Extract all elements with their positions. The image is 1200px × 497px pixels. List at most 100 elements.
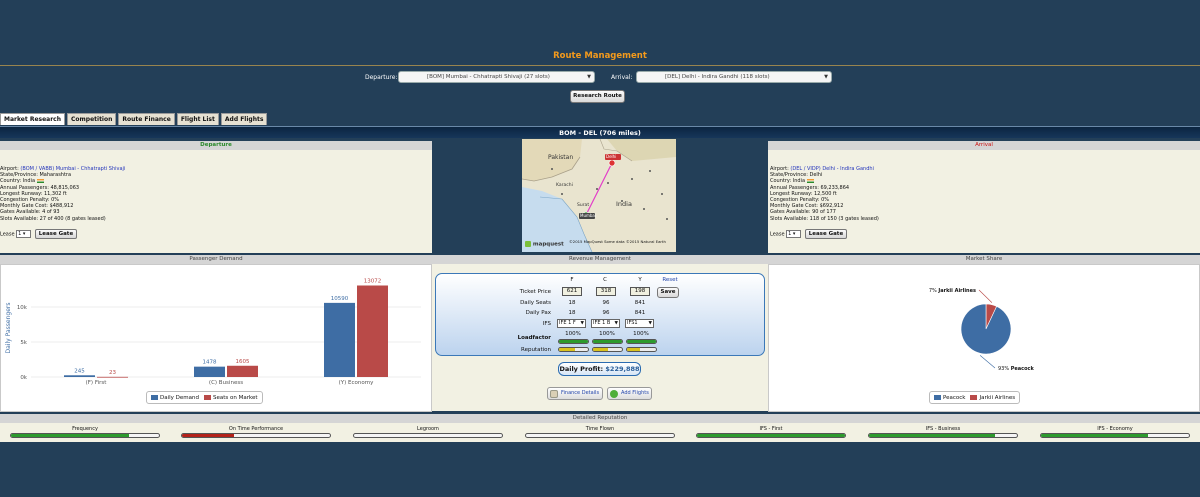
ticket-price-y-input[interactable]: 198 [630,287,650,296]
research-route-button[interactable]: Research Route [570,90,625,103]
ticket-price-c-input[interactable]: 318 [596,287,616,296]
ticket-price-f-input[interactable]: 621 [562,287,582,296]
data-label: 23 [109,370,116,376]
reputation-item-label: Time Flown [585,426,615,432]
passenger-demand-chart-box: 0k 5k 10k Daily Passengers 245 23 (F) First 147… [0,264,432,412]
ifs-c-value: IFE 1 B [593,320,611,326]
pie-label-name: Jarkii Airlines [937,288,976,294]
loadfactor-y-value: 100% [633,331,649,337]
tab-market-research[interactable]: Market Research [0,113,65,125]
add-flights-label: Add Flights [621,390,649,396]
daily-seats-y: 841 [634,300,646,306]
data-label: 1605 [236,359,250,365]
daily-profit-label: Daily Profit: [559,365,604,373]
lease-gate-button[interactable]: Lease Gate [34,229,78,239]
reputation-item-bar [10,433,160,438]
reputation-c-fill [593,348,608,351]
detailed-reputation-title: Detailed Reputation [0,414,1200,423]
x-tick-label: (C) Business [209,380,243,386]
class-header-y: Y [638,277,642,283]
ifs-f-select[interactable]: IFE 1 F ▼ [557,319,586,328]
departure-info: Airport: (BOM / VABB) Mumbai - Chhatrapt… [0,166,125,222]
map-marker-delhi: Delhi [606,154,617,159]
reputation-f-bar [558,347,589,352]
lease-count-select[interactable]: 1 ▾ [16,230,32,238]
legend-peacock: Peacock [934,394,966,401]
ifs-y-select[interactable]: IFS1 ▼ [625,319,654,328]
bar [64,375,95,377]
pie-label: 7% Jarkii Airlines [929,288,976,294]
bar [194,366,225,377]
finance-details-label: Finance Details [561,390,600,396]
reputation-y-bar [626,347,657,352]
y-tick-label: 0k [20,375,27,381]
data-label: 1478 [203,360,217,366]
route-map[interactable]: Pakistan Karachi India Surat Delhi Mumba… [522,139,676,252]
departure-airport-link[interactable]: (BOM / VABB) Mumbai - Chhatrapti Shivaji [20,166,125,172]
add-flights-button[interactable]: Add Flights [607,387,652,400]
reputation-item-bar [868,433,1018,438]
pie-label: 93% Peacock [998,366,1034,372]
market-share-chart: 7% Jarkii Airlines 93% Peacock [929,288,1035,372]
passenger-demand-title: Passenger Demand [0,255,432,264]
ifs-f-value: IFE 1 F [559,320,576,326]
airport-label: Airport: [770,166,789,172]
daily-profit: Daily Profit: $229,888 [558,362,641,376]
arrival-panel: Arrival Airport: (DEL / VIDP) Delhi - In… [768,141,1200,253]
mapquest-brand: mapquest [532,241,564,248]
lease-count-select[interactable]: 1 ▾ [786,230,802,238]
chevron-down-icon: ▼ [824,74,828,80]
daily-seats-label: Daily Seats [520,300,551,306]
loadfactor-f-bar [558,339,589,344]
y-axis-label: Daily Passengers [5,303,12,354]
reputation-y-fill [627,348,641,351]
finance-details-button[interactable]: Finance Details [547,387,603,400]
tab-route-finance[interactable]: Route Finance [118,113,175,125]
reputation-item-fill [11,434,130,437]
departure-select[interactable]: [BOM] Mumbai - Chhatrapti Shivaji (27 sl… [398,71,595,83]
lease-count-value: 1 [788,231,792,237]
mapquest-logo: mapquest [525,241,564,248]
reset-link[interactable]: Reset [660,277,680,283]
loadfactor-f-fill [559,340,588,343]
ticket-price-label: Ticket Price [519,289,551,295]
x-tick-label: (Y) Economy [339,380,374,386]
legend-peacock-label: Peacock [943,394,966,401]
revenue-management-title: Revenue Management [432,255,768,264]
loadfactor-label: Loadfactor [517,335,551,341]
map-credit: ©2015 MapQuest Some data ©2015 Natural E… [569,239,666,244]
arrival-airport-link[interactable]: (DEL / VIDP) Delhi - Indira Gandhi [790,166,874,172]
save-button[interactable]: Save [657,287,679,298]
ifs-c-select[interactable]: IFE 1 B ▼ [591,319,620,328]
pie-leader-line [978,289,993,303]
legend-jarkii-label: Jarkii Airlines [979,394,1016,401]
tab-bar: Market Research Competition Route Financ… [0,113,268,125]
pie-pct: 7% [929,288,939,294]
daily-profit-value: $229,888 [605,365,640,373]
loadfactor-y-bar [626,339,657,344]
arrival-select[interactable]: [DEL] Delhi - Indira Gandhi (118 slots) … [636,71,832,83]
legend-seats-on-market-label: Seats on Market [213,394,258,401]
india-flag-icon [806,178,814,183]
bar [324,302,355,377]
tab-competition[interactable]: Competition [67,113,117,125]
tab-flight-list[interactable]: Flight List [176,113,219,125]
loadfactor-c-fill [593,340,622,343]
loadfactor-c-value: 100% [599,331,615,337]
route-header: BOM - DEL (706 miles) [0,126,1200,138]
chevron-down-icon: ▼ [580,321,584,326]
info-line: Slots Available: 27 of 400 (8 gates leas… [0,215,106,222]
airport-label: Airport: [0,166,19,172]
document-icon [550,390,558,398]
y-tick-label: 5k [20,340,27,346]
reputation-item-label: IFS - Economy [1097,426,1133,432]
tab-add-flights[interactable]: Add Flights [220,113,268,125]
reputation-item-fill [182,434,234,437]
arrival-info: Airport: (DEL / VIDP) Delhi - Indira Gan… [770,166,879,222]
lease-gate-button[interactable]: Lease Gate [804,229,848,239]
map-label-india: India [616,200,632,208]
legend-daily-demand-label: Daily Demand [160,394,199,401]
departure-panel-title: Departure [0,141,432,150]
bar [357,285,388,377]
class-header-c: C [603,277,607,283]
